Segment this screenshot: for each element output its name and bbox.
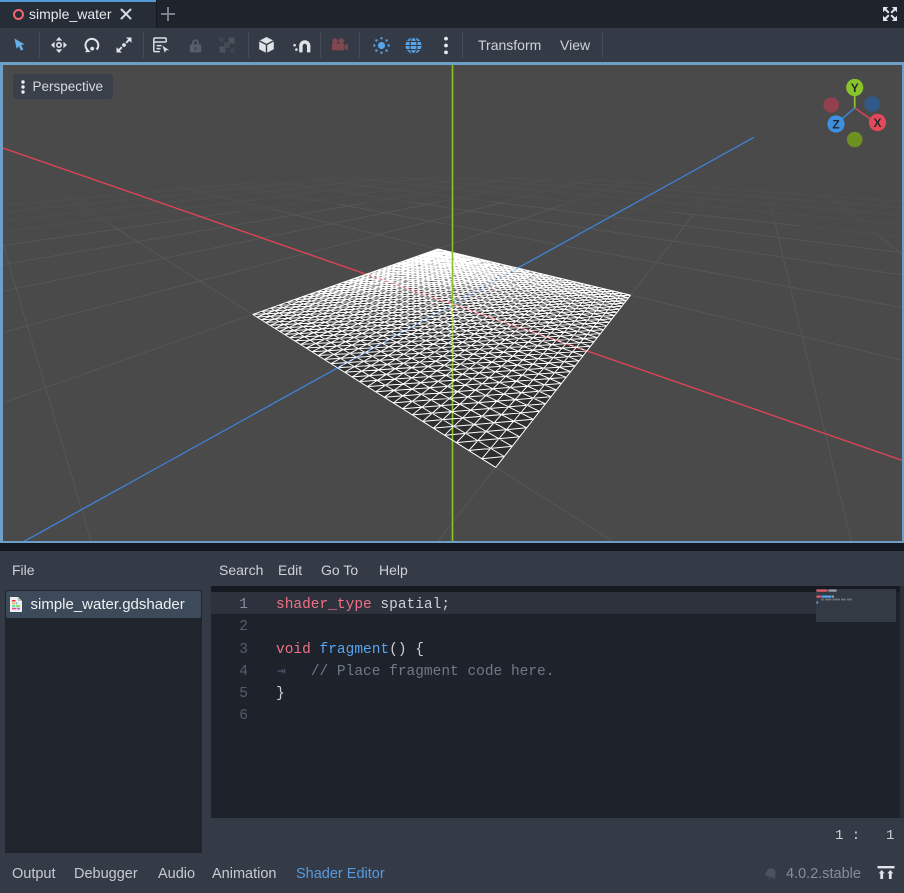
svg-text:X: X xyxy=(873,116,881,130)
svg-text:Z: Z xyxy=(832,117,839,131)
svg-text:Y: Y xyxy=(850,81,858,95)
